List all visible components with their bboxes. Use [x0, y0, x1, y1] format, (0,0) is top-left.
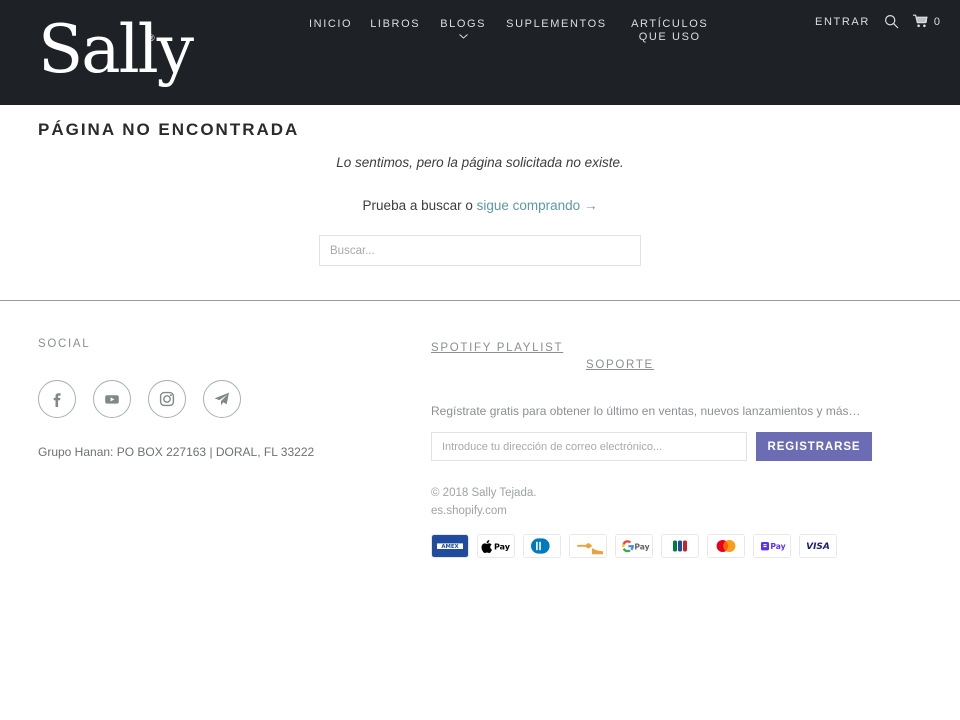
nav-item-suplementos[interactable]: SUPLEMENTOS	[497, 18, 616, 31]
footer-divider	[0, 300, 960, 301]
spotify-playlist-link[interactable]: SPOTIFY PLAYLIST	[431, 338, 571, 359]
signup-button[interactable]: REGISTRARSE	[756, 432, 872, 461]
diners-club-icon	[523, 534, 561, 558]
nav-item-articulos-que-uso[interactable]: ARTÍCULOS QUE USO	[616, 18, 724, 44]
try-search-line: Prueba a buscar o sigue comprando →	[0, 198, 960, 213]
jcb-icon	[661, 534, 699, 558]
google-pay-icon: Pay	[615, 534, 653, 558]
visa-icon: VISA	[799, 534, 837, 558]
main-navigation: INICIO LIBROS BLOGS SUPLEMENTOS ARTÍCULO…	[300, 18, 760, 44]
company-address: Grupo Hanan: PO BOX 227163 | DORAL, FL 3…	[38, 445, 315, 459]
header-actions: ENTRAR 0	[815, 14, 940, 29]
email-field[interactable]	[431, 432, 747, 461]
svg-text:Sally: Sally	[38, 11, 195, 88]
main-content: Lo sentimos, pero la página solicitada n…	[0, 155, 960, 266]
cart-icon	[912, 14, 928, 29]
amex-icon: AMEX	[431, 534, 469, 558]
footer-link-headings: SPOTIFY PLAYLIST SOPORTE	[431, 338, 901, 382]
shopify-link[interactable]: es.shopify.com	[431, 505, 507, 517]
nav-item-blogs-label: BLOGS	[440, 18, 487, 30]
sally-logo-icon: Sally	[38, 11, 197, 88]
page-title: PÁGINA NO ENCONTRADA	[38, 120, 300, 140]
soporte-link[interactable]: SOPORTE	[586, 359, 654, 371]
payment-methods: AMEX Pay Pay Pay VISA	[431, 534, 901, 558]
svg-text:VISA: VISA	[806, 542, 830, 552]
search-icon[interactable]	[884, 14, 899, 29]
footer-social-column: SOCIAL Grupo Hanan: PO BOX 227163 | DORA…	[38, 338, 418, 459]
search-form	[319, 235, 641, 266]
apple-pay-icon: Pay	[477, 534, 515, 558]
discover-icon	[569, 534, 607, 558]
telegram-icon[interactable]	[203, 380, 241, 418]
newsletter-form: REGISTRARSE	[431, 432, 901, 461]
shop-pay-icon: Pay	[753, 534, 791, 558]
mastercard-icon	[707, 534, 745, 558]
svg-text:Pay: Pay	[634, 542, 649, 551]
nav-item-inicio[interactable]: INICIO	[300, 18, 361, 31]
site-header: Sally ® INICIO LIBROS BLOGS SUPLEMENTOS …	[0, 0, 960, 105]
svg-text:Pay: Pay	[494, 543, 511, 552]
nav-item-blogs[interactable]: BLOGS	[429, 18, 497, 39]
nav-item-libros[interactable]: LIBROS	[361, 18, 429, 31]
youtube-icon[interactable]	[93, 380, 131, 418]
continue-shopping-link[interactable]: sigue comprando →	[477, 198, 598, 213]
search-input[interactable]	[319, 235, 641, 266]
copyright-line: © 2018 Sally Tejada.	[431, 487, 537, 499]
footer-right-column: SPOTIFY PLAYLIST SOPORTE Regístrate grat…	[431, 338, 901, 558]
social-heading: SOCIAL	[38, 338, 91, 350]
not-found-message: Lo sentimos, pero la página solicitada n…	[336, 155, 624, 170]
site-logo[interactable]: Sally	[38, 10, 208, 95]
social-icon-list	[38, 380, 418, 418]
instagram-icon[interactable]	[148, 380, 186, 418]
registered-mark: ®	[148, 33, 155, 43]
svg-text:Pay: Pay	[770, 542, 785, 551]
chevron-down-icon	[458, 34, 468, 39]
cart-button[interactable]: 0	[912, 14, 940, 29]
try-search-prefix: Prueba a buscar o	[362, 198, 477, 213]
cart-count: 0	[933, 15, 940, 28]
newsletter-description: Regístrate gratis para obtener lo último…	[431, 404, 861, 418]
svg-text:AMEX: AMEX	[441, 544, 459, 550]
facebook-icon[interactable]	[38, 380, 76, 418]
copyright-block: © 2018 Sally Tejada. es.shopify.com	[431, 484, 901, 520]
login-link[interactable]: ENTRAR	[815, 16, 870, 28]
